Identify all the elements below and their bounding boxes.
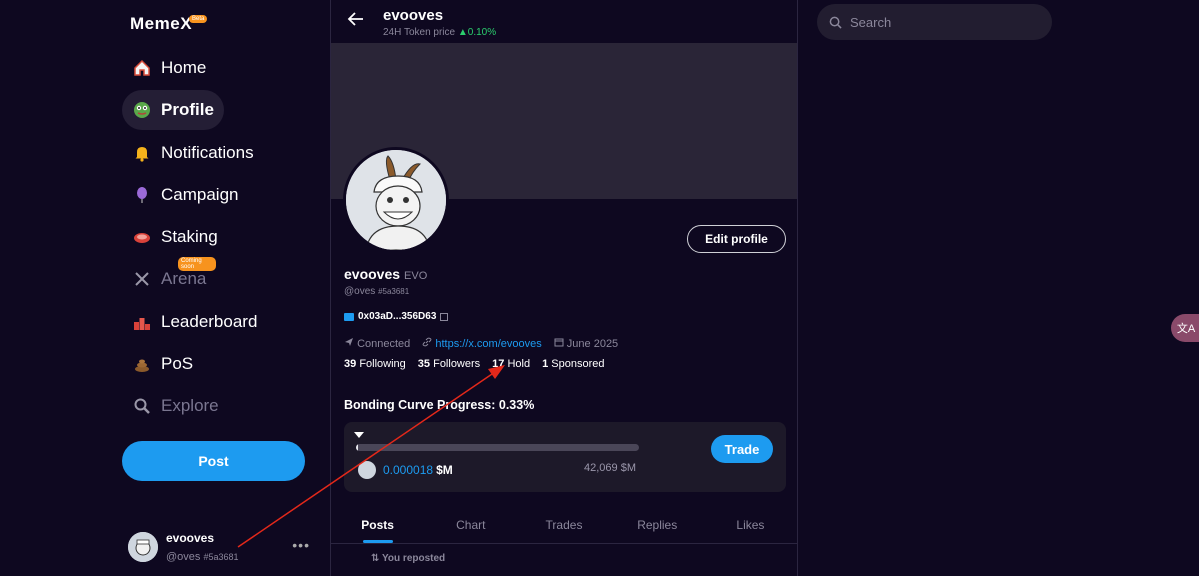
send-icon [345, 338, 353, 346]
profile-avatar[interactable] [343, 147, 449, 253]
app: MemeX Beta Home Profile Notifications Ca… [0, 0, 1199, 576]
profile-column: evooves 24H Token price ▲0.10% Edit prof… [330, 0, 798, 576]
tab-posts[interactable]: Posts [331, 506, 424, 543]
calendar-icon [554, 338, 564, 347]
token-avatar [358, 461, 376, 479]
profile-name: evooves EVO [344, 266, 428, 282]
house-icon [132, 58, 152, 78]
nav-item-staking[interactable]: Staking [122, 217, 228, 257]
repost-indicator: ⇅ You reposted [371, 553, 446, 564]
profile-meta: Connected https://x.com/evooves June 202… [344, 337, 618, 350]
price-unit: $M [436, 463, 453, 477]
progress-marker [354, 432, 364, 438]
wallet-icon [344, 312, 354, 321]
account-name: evooves [166, 531, 215, 545]
nav-item-home[interactable]: Home [122, 48, 216, 88]
hold-count[interactable]: 17 Hold [492, 358, 530, 370]
steak-icon [132, 227, 152, 247]
nav-label: Notifications [161, 142, 254, 162]
coming-soon-badge: Coming soon [178, 257, 217, 272]
repost-icon: ⇅ [371, 553, 380, 564]
sidebar: MemeX Beta Home Profile Notifications Ca… [0, 0, 330, 576]
trade-button[interactable]: Trade [711, 435, 773, 463]
nav-item-pos[interactable]: PoS [122, 344, 203, 384]
price-value: 0.000018 [383, 463, 434, 477]
nav-item-notifications[interactable]: Notifications [122, 133, 264, 173]
nav-label: Profile [161, 100, 214, 120]
nav-menu: Home Profile Notifications Campaign Stak… [122, 48, 267, 429]
tab-likes[interactable]: Likes [704, 506, 797, 543]
pepe-icon [132, 100, 152, 120]
copy-icon[interactable] [440, 312, 449, 321]
nav-item-profile[interactable]: Profile [122, 90, 224, 131]
tab-chart[interactable]: Chart [424, 506, 517, 543]
profile-stats: 39 Following 35 Followers 17 Hold 1 Spon… [344, 358, 605, 370]
magnifier-icon [132, 396, 152, 416]
balloon-icon [132, 185, 152, 205]
profile-handle: @oves #5a3681 [344, 286, 410, 297]
bell-icon [132, 143, 152, 163]
token-price-row: 0.000018 $M [358, 461, 453, 479]
nav-label: Home [161, 58, 207, 77]
nav-item-arena[interactable]: Arena Coming soon [122, 257, 217, 299]
account-handle: @oves #5a3681 [166, 551, 239, 563]
nav-label: Staking [161, 227, 218, 247]
search-input[interactable] [850, 14, 1030, 30]
profile-tabs: Posts Chart Trades Replies Likes [331, 506, 797, 544]
back-arrow-icon[interactable] [347, 10, 365, 33]
nav-item-leaderboard[interactable]: Leaderboard [122, 302, 267, 342]
search-box[interactable] [817, 4, 1052, 40]
avatar [128, 532, 158, 562]
nav-label: PoS [161, 354, 194, 374]
token-ticker: EVO [404, 270, 428, 282]
following-count[interactable]: 39 Following [344, 358, 406, 370]
edit-profile-button[interactable]: Edit profile [687, 225, 786, 253]
page-title: evooves [383, 7, 444, 24]
wallet-address[interactable]: 0x03aD...356D63 [344, 311, 449, 322]
wallet-text: 0x03aD...356D63 [358, 311, 437, 322]
translate-icon[interactable]: 文A [1171, 314, 1199, 342]
link-icon [422, 337, 432, 347]
price-change: ▲0.10% [457, 27, 497, 38]
token-price: 24H Token price ▲0.10% [383, 27, 497, 38]
nav-label: Arena [161, 269, 207, 289]
market-cap-target: 42,069 $M [584, 462, 636, 474]
nav-item-campaign[interactable]: Campaign [122, 175, 249, 215]
bonding-curve-label: Bonding Curve Progress: 0.33% [344, 398, 535, 412]
profile-header-bar: evooves 24H Token price ▲0.10% [331, 0, 797, 43]
tab-replies[interactable]: Replies [611, 506, 704, 543]
swords-icon [132, 269, 152, 289]
sponsored-count[interactable]: 1 Sponsored [542, 358, 604, 370]
podium-icon [132, 312, 152, 332]
more-icon[interactable]: ••• [292, 537, 310, 553]
logo-text: MemeX [130, 14, 193, 33]
nav-item-explore[interactable]: Explore [122, 386, 229, 426]
join-date: June 2025 [554, 337, 618, 350]
progress-fill [356, 444, 358, 451]
beta-badge: Beta [189, 15, 208, 23]
profile-link[interactable]: https://x.com/evooves [422, 337, 542, 350]
nav-label: Campaign [161, 184, 239, 204]
account-switcher[interactable]: evooves @oves #5a3681 ••• [128, 529, 318, 565]
logo[interactable]: MemeX Beta [130, 14, 208, 34]
connected-status: Connected [344, 337, 410, 350]
nav-label: Leaderboard [161, 311, 258, 331]
poop-icon [132, 354, 152, 374]
post-button[interactable]: Post [122, 441, 305, 481]
followers-count[interactable]: 35 Followers [418, 358, 480, 370]
nav-label: Explore [161, 396, 219, 416]
search-icon [829, 16, 842, 29]
progress-bar [356, 444, 639, 451]
tab-trades[interactable]: Trades [517, 506, 610, 543]
bonding-curve-card: 0.000018 $M 42,069 $M Trade [344, 422, 786, 492]
